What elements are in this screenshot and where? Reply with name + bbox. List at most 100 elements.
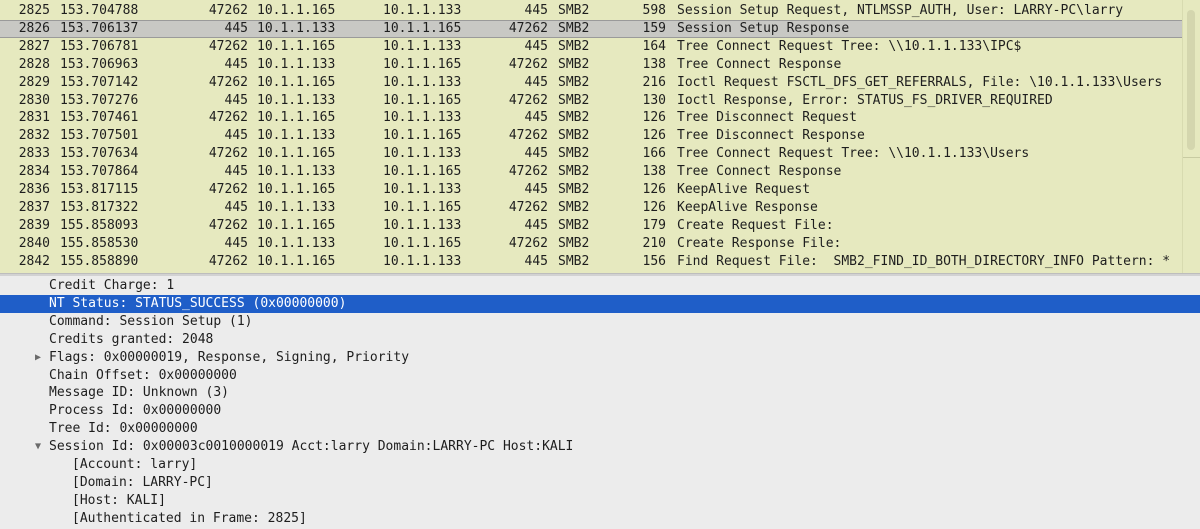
packet-source-port: 47262: [208, 3, 248, 18]
packet-destination: 10.1.1.165: [383, 20, 462, 36]
detail-row[interactable]: Credits granted: 2048: [0, 331, 1200, 349]
packet-protocol: SMB2: [558, 92, 590, 108]
packet-source: 10.1.1.133: [257, 128, 336, 144]
packet-destination-port: 47262: [508, 20, 548, 36]
packet-number: 2831: [18, 110, 50, 126]
packet-destination: 10.1.1.165: [383, 164, 462, 180]
detail-field-text: Process Id: 0x00000000: [49, 403, 222, 419]
packet-row[interactable]: 2839 155.858093 47262 10.1.1.165 10.1.1.133 4…: [0, 217, 1182, 235]
packet-time: 153.706137: [60, 20, 139, 36]
detail-row[interactable]: [Host: KALI]: [0, 492, 1200, 510]
packet-time: 153.707461: [60, 110, 139, 126]
packet-destination-port: 445: [524, 110, 548, 126]
packet-row[interactable]: 2833 153.707634 47262 10.1.1.165 10.1.1.133 4…: [0, 145, 1182, 163]
packet-source: 10.1.1.165: [257, 38, 336, 54]
detail-row[interactable]: Process Id: 0x00000000: [0, 402, 1200, 420]
packet-list[interactable]: 2825 153.704788 47262 10.1.1.165 10.1.1.133 4…: [0, 0, 1200, 273]
packet-length: 598: [642, 3, 666, 18]
expanded-triangle-icon[interactable]: ▼: [32, 438, 44, 456]
packet-list-scrollbar[interactable]: [1182, 0, 1200, 273]
detail-row[interactable]: Message ID: Unknown (3): [0, 384, 1200, 402]
packet-source: 10.1.1.165: [257, 217, 336, 233]
packet-info: Tree Connect Response: [677, 164, 842, 180]
packet-length: 159: [642, 20, 666, 36]
packet-source-port: 47262: [208, 182, 248, 197]
detail-row[interactable]: ▼ Session Id: 0x00003c0010000019 Acct:lar…: [0, 438, 1200, 456]
packet-source: 10.1.1.133: [257, 199, 336, 215]
packet-protocol: SMB2: [558, 110, 590, 126]
packet-row[interactable]: 2832 153.707501 445 10.1.1.133 10.1.1.165 472…: [0, 127, 1182, 145]
packet-source-port: 445: [224, 20, 248, 36]
packet-source-port: 47262: [208, 110, 248, 126]
packet-info: Tree Connect Request Tree: \\10.1.1.133\…: [677, 146, 1030, 162]
packet-destination-port: 445: [524, 182, 548, 197]
detail-row[interactable]: [Authenticated in Frame: 2825]: [0, 510, 1200, 528]
detail-field-text: [Authenticated in Frame: 2825]: [72, 510, 307, 526]
packet-number: 2830: [18, 92, 50, 108]
detail-row[interactable]: [Account: larry]: [0, 456, 1200, 474]
packet-source: 10.1.1.165: [257, 74, 336, 90]
packet-length: 216: [642, 74, 666, 90]
detail-row[interactable]: [Domain: LARRY-PC]: [0, 474, 1200, 492]
packet-row[interactable]: 2827 153.706781 47262 10.1.1.165 10.1.1.133 4…: [0, 38, 1182, 56]
packet-destination: 10.1.1.133: [383, 3, 462, 18]
packet-destination-port: 47262: [508, 235, 548, 251]
detail-row[interactable]: ▶ Flags: 0x00000019, Response, Signing, P…: [0, 349, 1200, 367]
packet-number: 2832: [18, 128, 50, 144]
packet-destination: 10.1.1.133: [383, 38, 462, 54]
packet-source-port: 47262: [208, 146, 248, 162]
packet-protocol: SMB2: [558, 146, 590, 162]
detail-row[interactable]: Command: Session Setup (1): [0, 313, 1200, 331]
packet-protocol: SMB2: [558, 20, 590, 36]
packet-length: 210: [642, 235, 666, 251]
packet-destination-port: 47262: [508, 164, 548, 180]
packet-info: Ioctl Response, Error: STATUS_FS_DRIVER_…: [677, 92, 1053, 108]
detail-row[interactable]: Credit Charge: 1: [0, 277, 1200, 295]
packet-row[interactable]: 2825 153.704788 47262 10.1.1.165 10.1.1.133 4…: [0, 2, 1182, 20]
packet-details-tree[interactable]: Credit Charge: 1 NT Status: STATUS_SUCCES…: [0, 276, 1200, 529]
detail-field-text: [Host: KALI]: [72, 492, 166, 508]
packet-info: Create Response File:: [677, 235, 842, 251]
packet-source-port: 445: [224, 92, 248, 108]
packet-length: 126: [642, 199, 666, 215]
packet-info: Tree Connect Response: [677, 56, 842, 72]
detail-field-text: Session Id: 0x00003c0010000019 Acct:larr…: [49, 439, 574, 455]
packet-row[interactable]: 2830 153.707276 445 10.1.1.133 10.1.1.165 472…: [0, 92, 1182, 110]
packet-length: 126: [642, 182, 666, 197]
detail-field-text: NT Status: STATUS_SUCCESS (0x00000000): [49, 295, 347, 311]
detail-field-text: Command: Session Setup (1): [49, 313, 253, 329]
packet-row[interactable]: 2829 153.707142 47262 10.1.1.165 10.1.1.133 4…: [0, 74, 1182, 92]
packet-time: 153.817115: [60, 182, 139, 197]
detail-row[interactable]: Chain Offset: 0x00000000: [0, 367, 1200, 385]
packet-row[interactable]: 2840 155.858530 445 10.1.1.133 10.1.1.165 472…: [0, 235, 1182, 253]
packet-number: 2827: [18, 38, 50, 54]
packet-row[interactable]: 2842 155.858890 47262 10.1.1.165 10.1.1.133 4…: [0, 253, 1182, 271]
packet-protocol: SMB2: [558, 164, 590, 180]
packet-row-selected[interactable]: 2826 153.706137 445 10.1.1.133 10.1.1.165 472…: [0, 19, 1182, 38]
packet-source-port: 445: [224, 56, 248, 72]
packet-row[interactable]: 2831 153.707461 47262 10.1.1.165 10.1.1.133 4…: [0, 109, 1182, 127]
packet-protocol: SMB2: [558, 182, 590, 197]
packet-number: 2840: [18, 235, 50, 251]
packet-number: 2836: [18, 182, 50, 197]
collapsed-triangle-icon[interactable]: ▶: [32, 349, 44, 367]
packet-source-port: 445: [224, 199, 248, 215]
packet-destination-port: 445: [524, 146, 548, 162]
packet-source-port: 47262: [208, 74, 248, 90]
packet-source: 10.1.1.165: [257, 146, 336, 162]
packet-info: Session Setup Response: [677, 20, 850, 36]
packet-time: 153.707276: [60, 92, 139, 108]
packet-info: Ioctl Request FSCTL_DFS_GET_REFERRALS, F…: [677, 74, 1163, 90]
detail-field-text: Flags: 0x00000019, Response, Signing, Pr…: [49, 349, 410, 365]
packet-row[interactable]: 2837 153.817322 445 10.1.1.133 10.1.1.165 472…: [0, 199, 1182, 217]
scrollbar-thumb[interactable]: [1187, 10, 1195, 150]
packet-time: 153.707634: [60, 146, 139, 162]
detail-row[interactable]: Tree Id: 0x00000000: [0, 420, 1200, 438]
packet-source-port: 47262: [208, 38, 248, 54]
packet-length: 166: [642, 146, 666, 162]
packet-row[interactable]: 2828 153.706963 445 10.1.1.133 10.1.1.165 472…: [0, 56, 1182, 74]
packet-row[interactable]: 2834 153.707864 445 10.1.1.133 10.1.1.165 472…: [0, 163, 1182, 181]
detail-row-selected[interactable]: NT Status: STATUS_SUCCESS (0x00000000): [0, 294, 1200, 313]
packet-time: 153.706781: [60, 38, 139, 54]
packet-row[interactable]: 2836 153.817115 47262 10.1.1.165 10.1.1.133 4…: [0, 181, 1182, 199]
